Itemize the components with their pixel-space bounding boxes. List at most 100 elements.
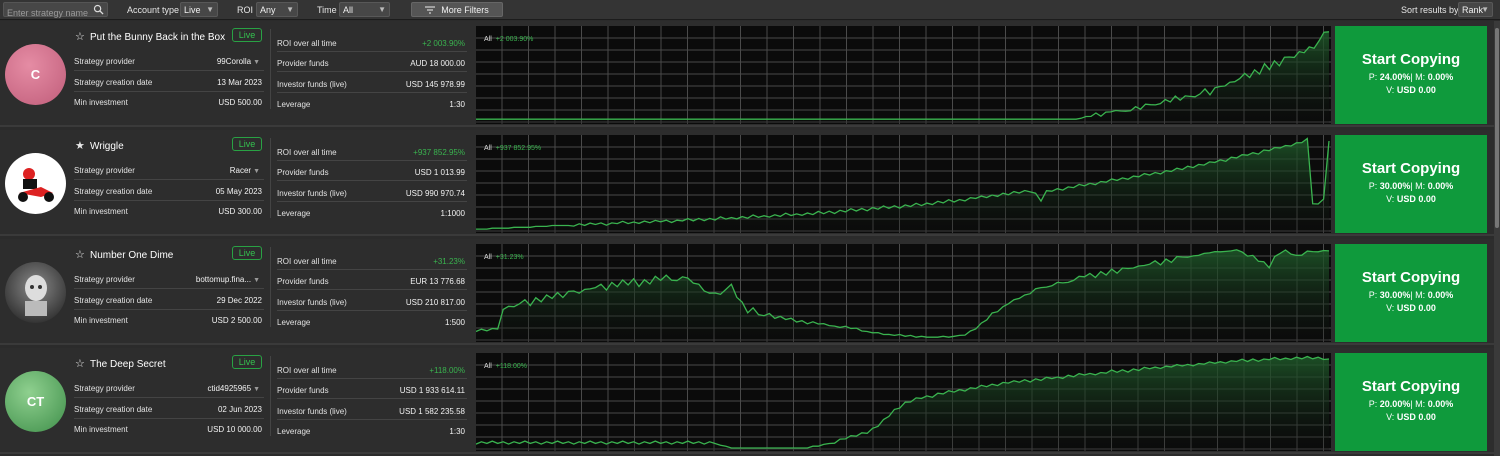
- divider: [277, 289, 467, 290]
- divider: [277, 71, 467, 72]
- roi-label: ROI: [237, 5, 254, 15]
- chart-roi-label: +31.23%: [495, 254, 524, 261]
- chart-period-label: All +118.00%: [484, 363, 527, 370]
- performance-chart-plot: [476, 353, 1331, 451]
- account-type-select[interactable]: Live ▼: [180, 2, 218, 17]
- chart-period-label: All +937 852.95%: [484, 145, 542, 152]
- sort-label: Sort results by: [1401, 5, 1459, 15]
- strategy-row[interactable]: ☆ Number One Dime Live Strategy provider…: [0, 239, 1494, 345]
- filter-icon: [425, 6, 436, 14]
- start-copying-button[interactable]: Start Copying P: 20.00%| M: 0.00% V: USD…: [1335, 353, 1487, 451]
- min-investment-value: USD 2 500.00: [211, 316, 262, 325]
- provider-value[interactable]: 99Corolla ▼: [217, 57, 260, 66]
- roi-value: +118.00%: [429, 366, 465, 375]
- strategy-row[interactable]: CT ☆ The Deep Secret Live Strategy provi…: [0, 348, 1494, 454]
- chevron-down-icon: ▼: [378, 5, 386, 14]
- provider-name: bottomup.fina...: [195, 275, 252, 284]
- divider: [74, 179, 264, 180]
- strategy-row[interactable]: C ☆ Put the Bunny Back in the Box Live S…: [0, 21, 1494, 127]
- chart-roi-label: +118.00%: [495, 363, 527, 370]
- robot-avatar-icon: [24, 274, 47, 316]
- start-copying-button[interactable]: Start Copying P: 30.00%| M: 0.00% V: USD…: [1335, 135, 1487, 233]
- roi-label: ROI over all time: [277, 257, 337, 266]
- roi-select[interactable]: Any ▼: [256, 2, 298, 17]
- scrollbar-thumb[interactable]: [1495, 28, 1499, 228]
- favorite-star-icon[interactable]: ☆: [75, 30, 85, 43]
- divider: [74, 200, 264, 201]
- start-copying-label: Start Copying: [1361, 269, 1461, 286]
- strategy-avatar[interactable]: CT: [5, 371, 66, 432]
- provider-label: Strategy provider: [74, 275, 135, 284]
- fees-v-line: V: USD 0.00: [1386, 85, 1436, 95]
- column-divider: [270, 356, 271, 436]
- creation-date-label: Strategy creation date: [74, 405, 153, 414]
- search-icon[interactable]: [93, 4, 104, 15]
- account-type-label: Account type: [127, 5, 180, 15]
- provider-funds-value: AUD 18 000.00: [410, 59, 465, 68]
- start-copying-button[interactable]: Start Copying P: 24.00%| M: 0.00% V: USD…: [1335, 26, 1487, 124]
- roi-value: +937 852.95%: [413, 148, 465, 157]
- favorite-star-icon[interactable]: ☆: [75, 248, 85, 261]
- provider-label: Strategy provider: [74, 57, 135, 66]
- leverage-value: 1:500: [444, 318, 465, 327]
- provider-value[interactable]: Racer ▼: [230, 166, 260, 175]
- racer-avatar-icon: [17, 167, 54, 202]
- performance-chart-plot: [476, 135, 1331, 233]
- sort-select[interactable]: Rank ▼: [1458, 2, 1493, 17]
- strategy-search-box[interactable]: [3, 2, 108, 20]
- performance-chart[interactable]: All +118.00%: [476, 353, 1331, 451]
- favorite-star-icon[interactable]: ☆: [75, 357, 85, 370]
- chevron-down-icon: ▼: [253, 386, 260, 393]
- leverage-label: Leverage: [277, 427, 311, 436]
- chevron-down-icon: ▼: [253, 59, 260, 66]
- more-filters-button[interactable]: More Filters: [411, 2, 503, 17]
- performance-chart[interactable]: All +2 003.90%: [476, 26, 1331, 124]
- chart-roi-label: +937 852.95%: [495, 145, 542, 152]
- strategy-avatar[interactable]: C: [5, 44, 66, 105]
- creation-date-label: Strategy creation date: [74, 296, 153, 305]
- chevron-down-icon: ▼: [1481, 5, 1489, 14]
- provider-label: Strategy provider: [74, 166, 135, 175]
- strategy-name[interactable]: Wriggle: [90, 141, 124, 152]
- column-divider: [270, 138, 271, 218]
- investor-funds-label: Investor funds (live): [277, 298, 347, 307]
- strategy-name[interactable]: The Deep Secret: [90, 359, 166, 370]
- avatar-initials: CT: [26, 394, 45, 409]
- roi-value: +31.23%: [433, 257, 465, 266]
- min-investment-value: USD 10 000.00: [207, 425, 262, 434]
- strategy-row[interactable]: ★ Wriggle Live Strategy provider Racer ▼ …: [0, 130, 1494, 236]
- divider: [277, 378, 467, 379]
- account-type-value: Live: [184, 5, 201, 15]
- fees-v-line: V: USD 0.00: [1386, 194, 1436, 204]
- investor-funds-value: USD 1 582 235.58: [399, 407, 465, 416]
- start-copying-label: Start Copying: [1361, 160, 1461, 177]
- strategy-name[interactable]: Put the Bunny Back in the Box: [90, 32, 225, 43]
- chevron-down-icon: ▼: [286, 5, 294, 14]
- provider-funds-label: Provider funds: [277, 386, 329, 395]
- start-copying-button[interactable]: Start Copying P: 30.00%| M: 0.00% V: USD…: [1335, 244, 1487, 342]
- favorite-star-icon[interactable]: ★: [75, 139, 85, 152]
- leverage-value: 1:1000: [440, 209, 465, 218]
- strategy-search-input[interactable]: [4, 6, 92, 20]
- provider-value[interactable]: ctid4925965 ▼: [207, 384, 260, 393]
- performance-chart[interactable]: All +31.23%: [476, 244, 1331, 342]
- leverage-label: Leverage: [277, 318, 311, 327]
- divider: [74, 91, 264, 92]
- provider-value[interactable]: bottomup.fina... ▼: [196, 275, 260, 284]
- fees-pm-line: P: 20.00%| M: 0.00%: [1368, 399, 1454, 409]
- strategy-avatar[interactable]: [5, 262, 66, 323]
- min-investment-label: Min investment: [74, 425, 128, 434]
- avatar-initials: C: [30, 67, 41, 82]
- time-select[interactable]: All ▼: [339, 2, 390, 17]
- divider: [74, 288, 264, 289]
- strategy-avatar[interactable]: [5, 153, 66, 214]
- roi-label: ROI over all time: [277, 39, 337, 48]
- provider-funds-label: Provider funds: [277, 59, 329, 68]
- strategy-name[interactable]: Number One Dime: [90, 250, 173, 261]
- start-copying-label: Start Copying: [1361, 51, 1461, 68]
- fees-pm-line: P: 24.00%| M: 0.00%: [1368, 72, 1454, 82]
- filter-toolbar: Account type Live ▼ ROI Any ▼ Time All ▼…: [0, 0, 1500, 20]
- performance-chart[interactable]: All +937 852.95%: [476, 135, 1331, 233]
- provider-name: 99Corolla: [216, 57, 252, 66]
- leverage-value: 1:30: [449, 100, 465, 109]
